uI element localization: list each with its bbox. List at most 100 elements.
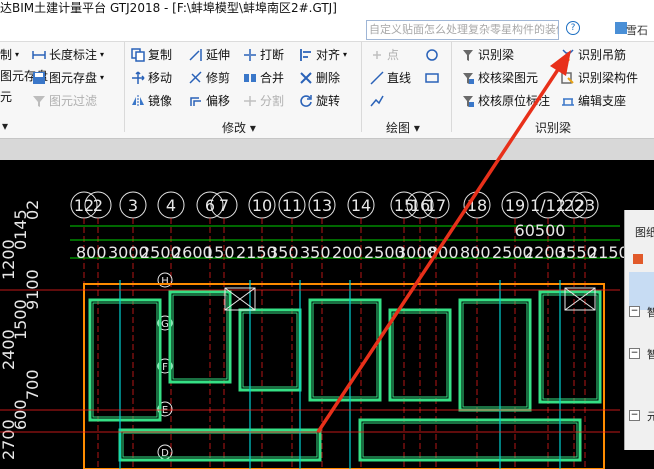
ribbon-group-col1-expand[interactable]: ▾ (2, 119, 8, 133)
beam-icon (461, 48, 475, 62)
check-beam-icon (461, 71, 475, 85)
polyline-icon (370, 94, 384, 108)
left-dimension-value: 02 (23, 200, 42, 220)
delete-icon (299, 71, 313, 85)
panel-row[interactable]: 智 (647, 346, 654, 366)
wall-inner (312, 302, 378, 398)
identify-beam-component-button[interactable]: 识别梁构件 (561, 68, 638, 88)
split-icon (243, 94, 257, 108)
draw-group-label[interactable]: 绘图 ▾ (386, 119, 420, 136)
axis-letter: E (162, 405, 168, 416)
save-elements-button[interactable]: 图元存盘 ▾ (32, 68, 104, 88)
top-dimension: 60500 (515, 221, 566, 240)
wall-outline (168, 290, 232, 384)
wall-outline (238, 308, 302, 392)
check-origin-label: 校核原位标注 (478, 94, 551, 108)
modify-group-label[interactable]: 修改 ▾ (222, 119, 256, 136)
axis-label: 14 (351, 196, 371, 215)
mirror-button[interactable]: 镜像 (131, 91, 172, 111)
axis-label: 12 (74, 196, 94, 215)
dimension-value: 200 (332, 243, 363, 262)
wall-inner (92, 302, 158, 418)
ribbon-bottom-strip (0, 138, 654, 160)
move-icon (131, 71, 145, 85)
ribbon-btn-col1-c[interactable]: 元 (0, 87, 12, 107)
collapse-icon[interactable]: − (629, 410, 640, 421)
polyline-draw-button[interactable] (370, 91, 387, 111)
help-search-input[interactable]: 自定义贴面怎么处理复杂零星构件的装修? (366, 20, 559, 40)
identify-beam-button[interactable]: 识别梁 (461, 45, 514, 65)
chevron-down-icon: ▾ (15, 50, 20, 59)
rotate-button[interactable]: 旋转 (299, 91, 340, 111)
check-beam-button[interactable]: 校核梁图元 (461, 68, 538, 88)
wall-outline (88, 298, 162, 422)
break-icon (243, 48, 257, 62)
chevron-down-icon: ▾ (343, 50, 348, 59)
chevron-down-icon: ▾ (100, 73, 105, 82)
ribbon-btn-col1-a[interactable]: 制 ▾ (0, 45, 19, 65)
help-question-icon[interactable]: ? (566, 21, 580, 35)
panel-search-icon[interactable] (633, 254, 643, 264)
axis-label: 17 (426, 196, 446, 215)
identify-hanger-button[interactable]: 识别吊筋 (561, 45, 626, 65)
split-button[interactable]: 分割 (243, 91, 284, 111)
identify-hanger-label: 识别吊筋 (578, 48, 627, 62)
offset-button[interactable]: 偏移 (189, 91, 230, 111)
cad-drawing[interactable]: 122 3 4 6 7 10 11 13 14 151617 18 19 1/1222236050080… (0, 160, 654, 469)
collapse-icon[interactable]: − (629, 306, 640, 317)
align-button[interactable]: 对齐 ▾ (299, 45, 347, 65)
panel-row[interactable]: 元 (647, 408, 654, 428)
collapse-icon[interactable]: − (629, 348, 640, 359)
wall-outline (538, 290, 602, 404)
edit-support-icon (561, 94, 575, 108)
circle-draw-button[interactable] (425, 45, 442, 65)
identify-beam-label: 识别梁 (478, 48, 515, 62)
hanger-icon (561, 48, 575, 63)
copy-icon (131, 48, 145, 62)
extend-button[interactable]: 延伸 (189, 45, 230, 65)
delete-label: 删除 (316, 71, 341, 85)
ribbon-separator (361, 42, 362, 132)
merge-button[interactable]: 合并 (243, 68, 284, 88)
break-button[interactable]: 打断 (243, 45, 284, 65)
edit-support-button[interactable]: 编辑支座 (561, 91, 626, 111)
move-button[interactable]: 移动 (131, 68, 172, 88)
drawing-management-panel[interactable]: 图纸 − 智 − 智 − 元 (624, 210, 654, 450)
trim-label: 修剪 (206, 71, 231, 85)
length-dimension-button[interactable]: 长度标注 ▾ (32, 45, 104, 65)
check-origin-icon (461, 94, 475, 108)
point-button[interactable]: 点 (370, 45, 399, 65)
axis-letter: F (162, 362, 168, 373)
align-icon (299, 48, 313, 62)
wall-inner (172, 294, 228, 380)
trim-button[interactable]: 修剪 (189, 68, 230, 88)
save-elements-label: 图元存盘 (49, 71, 98, 85)
line-icon (370, 71, 384, 85)
wall-inner (362, 422, 578, 458)
wall-inner (542, 294, 598, 400)
dimension-value: 800 (428, 243, 459, 262)
merge-icon (243, 71, 257, 85)
dimension-value: 150 (204, 243, 235, 262)
user-name[interactable]: 雪石 (626, 22, 648, 38)
line-button[interactable]: 直线 (370, 68, 411, 88)
copy-button[interactable]: 复制 (131, 45, 172, 65)
cad-canvas[interactable]: 12 2 3 4 6 7 10 11 13 14 15 16 17 18 19 1/12 22 23 60500 80… (0, 160, 654, 469)
check-beam-label: 校核梁图元 (478, 71, 539, 85)
delete-button[interactable]: 删除 (299, 68, 340, 88)
ribbon-separator (124, 42, 125, 132)
circle-icon (425, 48, 439, 62)
identify-beam-group-label: 识别梁 (535, 121, 572, 135)
panel-row[interactable]: 智 (647, 304, 654, 324)
wall-outline (118, 428, 322, 462)
check-origin-annotation-button[interactable]: 校核原位标注 (461, 91, 550, 111)
dimension-value: 800 (76, 243, 107, 262)
move-label: 移动 (148, 71, 173, 85)
mirror-label: 镜像 (148, 94, 173, 108)
break-label: 打断 (260, 48, 285, 62)
axis-label: 3 (128, 196, 138, 215)
merge-label: 合并 (260, 71, 285, 85)
filter-elements-button[interactable]: 图元过滤 (32, 91, 97, 111)
panel-title: 图纸 (635, 226, 654, 239)
rect-draw-button[interactable] (425, 68, 442, 88)
